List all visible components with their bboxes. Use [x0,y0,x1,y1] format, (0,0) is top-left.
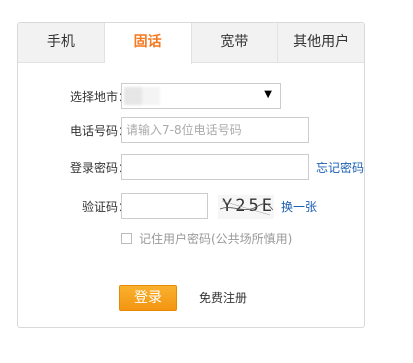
remember-checkbox[interactable] [121,233,132,244]
remember-row: 记住用户密码(公共场所慎用) [18,226,364,254]
login-panel: 手机 固话 宽带 其他用户 选择地市： ▼ 电话号码： 请输入7-8位电话号码 … [17,22,365,328]
captcha-image[interactable]: Y25E [218,195,274,219]
forgot-password-link[interactable]: 忘记密码 [316,154,364,182]
tab-broadband[interactable]: 宽带 [192,23,279,62]
phone-row: 电话号码： 请输入7-8位电话号码 [18,117,364,145]
captcha-noise-lines [219,200,274,216]
tab-other-users[interactable]: 其他用户 [278,23,364,62]
phone-input[interactable]: 请输入7-8位电话号码 [121,117,309,143]
city-row: 选择地市： ▼ [18,83,364,111]
tab-mobile[interactable]: 手机 [18,23,105,62]
password-input[interactable] [121,154,309,180]
captcha-row: 验证码： Y25E 换一张 [18,193,364,221]
login-type-tabs: 手机 固话 宽带 其他用户 [18,23,364,64]
register-link[interactable]: 免费注册 [199,285,247,311]
captcha-input[interactable] [121,193,208,219]
remember-label: 记住用户密码(公共场所慎用) [139,232,293,246]
tab-landline[interactable]: 固话 [104,23,192,64]
city-select[interactable]: ▼ [121,83,281,109]
city-selected-value [124,87,160,105]
login-button[interactable]: 登录 [119,285,177,311]
chevron-down-icon: ▼ [264,89,272,100]
refresh-captcha-link[interactable]: 换一张 [281,193,317,221]
password-row: 登录密码： 忘记密码 [18,154,364,182]
